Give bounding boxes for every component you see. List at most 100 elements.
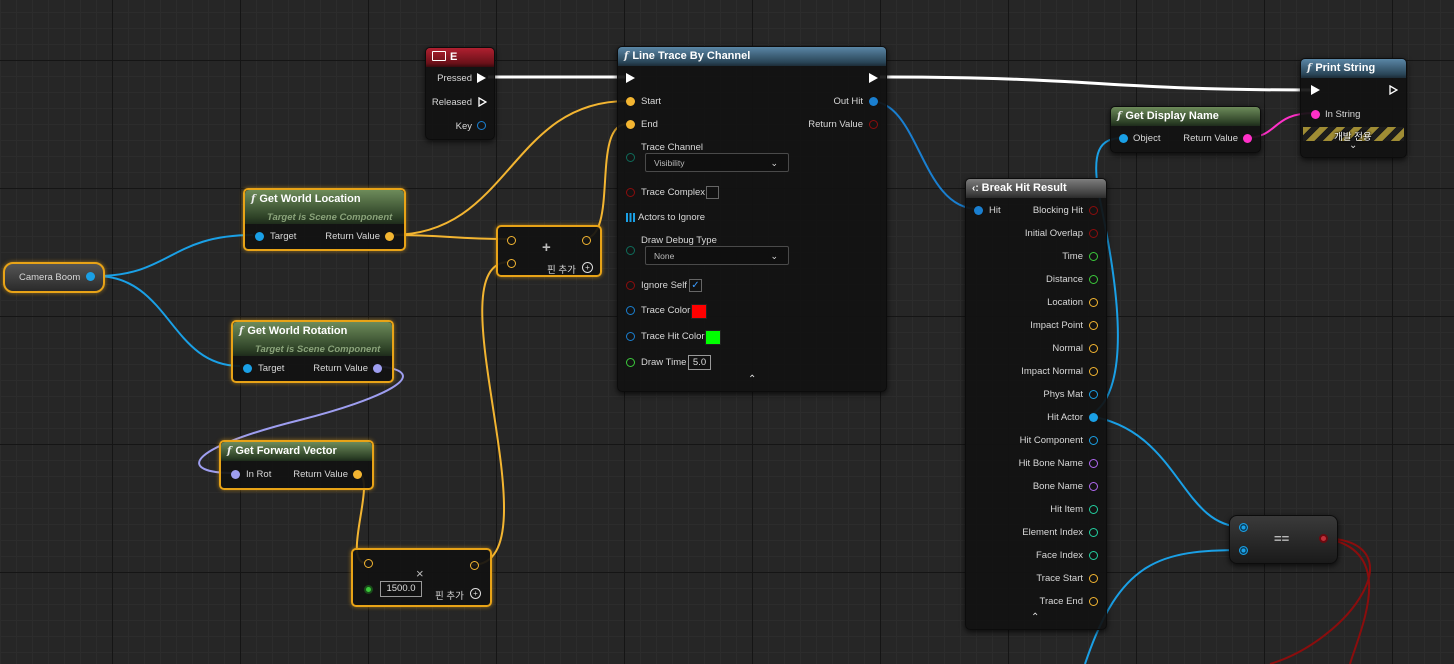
draw-time-pin[interactable] — [626, 358, 635, 367]
get-world-rotation-header: f Get World Rotation Target is Scene Comp… — [233, 322, 392, 356]
get-forward-vector-node[interactable]: f Get Forward Vector In Rot Return Value — [219, 440, 374, 490]
equal-node[interactable]: == — [1229, 515, 1338, 564]
key-event-node[interactable]: E Pressed Released Key — [425, 47, 495, 140]
add-output-pin[interactable] — [582, 236, 591, 245]
break-output-pin[interactable] — [1089, 390, 1098, 399]
get-display-name-node[interactable]: f Get Display Name Object Return Value — [1110, 106, 1261, 153]
trace-complex-checkbox[interactable] — [706, 186, 719, 199]
break-output-pin[interactable] — [1089, 252, 1098, 261]
multiply-input-a-pin[interactable] — [364, 559, 373, 568]
add-input-a-pin[interactable] — [507, 236, 516, 245]
line-trace-exec-in[interactable] — [626, 73, 635, 83]
return-value-pin[interactable] — [869, 120, 878, 129]
ignore-self-checkbox[interactable]: ✓ — [689, 279, 702, 292]
break-output-pin[interactable] — [1089, 321, 1098, 330]
print-string-exec-in[interactable] — [1311, 85, 1320, 95]
end-pin[interactable] — [626, 120, 635, 129]
break-output-pin[interactable] — [1089, 551, 1098, 560]
equal-output-pin[interactable] — [1319, 534, 1328, 543]
get-display-name-title: Get Display Name — [1125, 110, 1219, 122]
forward-return-pin[interactable] — [353, 470, 362, 479]
camera-boom-out-pin[interactable] — [86, 272, 95, 281]
line-trace-node[interactable]: f Line Trace By Channel Start End Out Hit… — [617, 46, 887, 392]
display-name-return-pin[interactable] — [1243, 134, 1252, 143]
ignore-self-pin[interactable] — [626, 281, 635, 290]
rotation-target-pin[interactable] — [243, 364, 252, 373]
break-output-pin[interactable] — [1089, 229, 1098, 238]
get-world-rotation-node[interactable]: f Get World Rotation Target is Scene Comp… — [231, 320, 394, 383]
break-output-pin[interactable] — [1089, 505, 1098, 514]
line-trace-exec-out[interactable] — [869, 73, 878, 83]
break-output-pin[interactable] — [1089, 574, 1098, 583]
trace-hit-color-swatch[interactable] — [705, 330, 721, 345]
equal-input-b-pin[interactable] — [1239, 546, 1248, 555]
print-string-node[interactable]: f Print String In String 개발 전용 ⌄ — [1300, 58, 1407, 158]
break-output-label: Time — [1062, 251, 1083, 262]
wire-location-to-add — [391, 234, 510, 240]
draw-debug-type-dropdown[interactable]: None ⌄ — [645, 246, 789, 265]
start-pin[interactable] — [626, 97, 635, 106]
break-output-pin[interactable] — [1089, 344, 1098, 353]
get-world-location-header: f Get World Location Target is Scene Comp… — [245, 190, 404, 224]
collapse-arrow-icon[interactable]: ⌃ — [1031, 612, 1039, 623]
key-pin[interactable] — [477, 121, 486, 130]
released-exec-pin[interactable] — [478, 97, 487, 107]
start-label: Start — [641, 96, 662, 107]
break-output-pin[interactable] — [1089, 436, 1098, 445]
rotation-return-pin[interactable] — [373, 364, 382, 373]
break-hit-result-node[interactable]: ‹: Break Hit Result Hit Blocking Hit Initi… — [965, 178, 1107, 630]
multiply-output-pin[interactable] — [470, 561, 479, 570]
trace-color-swatch[interactable] — [691, 304, 707, 319]
line-trace-title: Line Trace By Channel — [632, 50, 751, 62]
add-pin-label[interactable]: 핀 추가 — [547, 262, 576, 276]
get-world-location-node[interactable]: f Get World Location Target is Scene Comp… — [243, 188, 406, 251]
break-output-pin[interactable] — [1089, 275, 1098, 284]
print-string-exec-out[interactable] — [1389, 85, 1398, 95]
key-event-header: E — [426, 48, 494, 67]
trace-channel-dropdown[interactable]: Visibility ⌄ — [645, 153, 789, 172]
multiply-value-field[interactable]: 1500.0 — [380, 581, 422, 597]
break-output-pin[interactable] — [1089, 597, 1098, 606]
break-output-pin[interactable] — [1089, 459, 1098, 468]
camera-boom-node[interactable]: Camera Boom — [3, 262, 105, 293]
trace-hit-color-pin[interactable] — [626, 332, 635, 341]
hit-input-pin[interactable] — [974, 206, 983, 215]
actors-to-ignore-label: Actors to Ignore — [638, 212, 706, 223]
add-symbol: + — [542, 239, 551, 256]
break-output-pin[interactable] — [1089, 367, 1098, 376]
chevron-down-icon: ⌄ — [770, 251, 778, 261]
add-vector-node[interactable]: + 핀 추가 + — [496, 225, 602, 277]
display-name-object-pin[interactable] — [1119, 134, 1128, 143]
in-rot-pin[interactable] — [231, 470, 240, 479]
draw-debug-type-pin[interactable] — [626, 246, 635, 255]
out-hit-pin[interactable] — [869, 97, 878, 106]
break-output-pin[interactable] — [1089, 298, 1098, 307]
break-output-pin[interactable] — [1089, 413, 1098, 422]
break-output-pin[interactable] — [1089, 206, 1098, 215]
location-return-pin[interactable] — [385, 232, 394, 241]
expand-arrow-icon[interactable]: ⌄ — [1349, 140, 1357, 151]
multiply-add-pin-label[interactable]: 핀 추가 — [435, 588, 464, 602]
break-output-pin[interactable] — [1089, 482, 1098, 491]
multiply-input-b-pin[interactable] — [364, 585, 373, 594]
ignore-self-label: Ignore Self — [641, 280, 687, 291]
array-grid-icon[interactable] — [626, 213, 635, 222]
location-target-pin[interactable] — [255, 232, 264, 241]
add-pin-icon[interactable]: + — [582, 262, 593, 273]
trace-channel-pin[interactable] — [626, 153, 635, 162]
break-output-pin[interactable] — [1089, 528, 1098, 537]
equal-input-a-pin[interactable] — [1239, 523, 1248, 532]
break-output-label: Location — [1047, 297, 1083, 308]
draw-time-field[interactable]: 5.0 — [688, 355, 711, 370]
trace-complex-pin[interactable] — [626, 188, 635, 197]
in-string-pin[interactable] — [1311, 110, 1320, 119]
collapse-arrow-icon[interactable]: ⌃ — [748, 374, 756, 385]
pressed-exec-pin[interactable] — [477, 73, 486, 83]
key-label: Key — [455, 121, 472, 132]
trace-color-pin[interactable] — [626, 306, 635, 315]
out-hit-label: Out Hit — [833, 96, 863, 107]
add-pin-icon[interactable]: + — [470, 588, 481, 599]
multiply-node[interactable]: × 1500.0 핀 추가 + — [351, 548, 492, 607]
break-hit-result-header: ‹: Break Hit Result — [966, 179, 1106, 198]
add-input-b-pin[interactable] — [507, 259, 516, 268]
